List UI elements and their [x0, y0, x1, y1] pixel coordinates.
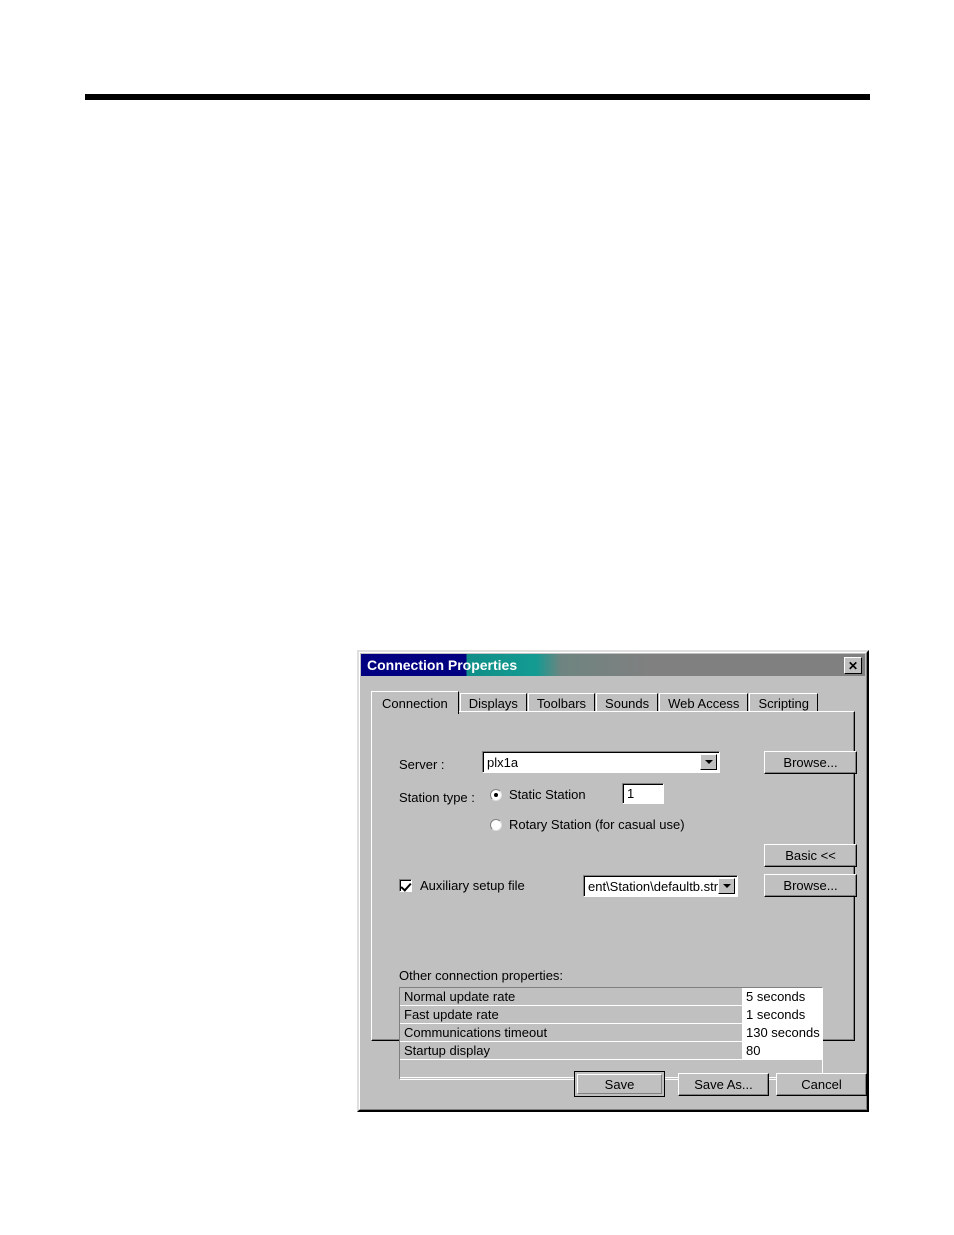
- server-browse-label: Browse...: [783, 755, 838, 770]
- table-row[interactable]: Normal update rate 5 seconds: [400, 988, 822, 1006]
- server-value: plx1a: [487, 754, 519, 770]
- save-as-button-label: Save As...: [694, 1077, 753, 1092]
- tab-scripting[interactable]: Scripting: [749, 693, 819, 712]
- basic-toggle-label: Basic <<: [785, 848, 836, 863]
- save-button[interactable]: Save: [574, 1071, 665, 1097]
- station-type-label: Station type :: [399, 790, 475, 805]
- close-icon[interactable]: ✕: [844, 657, 862, 674]
- connection-tab-panel: Server : plx1a Browse... Station type : …: [371, 711, 857, 1080]
- cancel-button[interactable]: Cancel: [776, 1073, 867, 1096]
- chevron-down-icon[interactable]: [718, 878, 735, 894]
- basic-toggle-button[interactable]: Basic <<: [764, 844, 857, 867]
- property-value[interactable]: 1 seconds: [743, 1006, 822, 1023]
- server-combobox[interactable]: plx1a: [482, 751, 720, 773]
- table-row[interactable]: Fast update rate 1 seconds: [400, 1006, 822, 1024]
- server-browse-button[interactable]: Browse...: [764, 751, 857, 774]
- checkbox-auxiliary-setup-file[interactable]: [399, 879, 412, 892]
- auxiliary-setup-file-check-row[interactable]: Auxiliary setup file: [399, 879, 525, 892]
- property-value[interactable]: 130 seconds: [743, 1024, 822, 1041]
- auxiliary-browse-label: Browse...: [783, 878, 838, 893]
- table-row[interactable]: Startup display 80: [400, 1042, 822, 1060]
- cancel-button-label: Cancel: [801, 1077, 842, 1092]
- radio-static-station[interactable]: [490, 788, 502, 801]
- auxiliary-setup-file-value: ent\Station\defaultb.stn: [588, 878, 721, 894]
- save-button-label: Save: [604, 1076, 635, 1092]
- auxiliary-setup-file-label: Auxiliary setup file: [420, 878, 525, 893]
- other-connection-properties-grid[interactable]: Normal update rate 5 seconds Fast update…: [399, 987, 823, 1080]
- connection-properties-dialog: Connection Properties ✕ Connection Displ…: [357, 650, 869, 1112]
- server-combobox-frame: [483, 752, 719, 772]
- dialog-title: Connection Properties: [367, 657, 518, 673]
- property-key: Normal update rate: [400, 988, 743, 1005]
- save-as-button[interactable]: Save As...: [678, 1073, 769, 1096]
- tab-connection[interactable]: Connection: [371, 691, 459, 714]
- server-label: Server :: [399, 757, 445, 772]
- station-number-value: 1: [627, 786, 635, 801]
- property-value[interactable]: 5 seconds: [743, 988, 822, 1005]
- static-station-radio-row[interactable]: Static Station: [490, 788, 586, 801]
- tab-toolbars[interactable]: Toolbars: [527, 693, 596, 712]
- property-key: Fast update rate: [400, 1006, 743, 1023]
- rotary-station-label: Rotary Station (for casual use): [509, 817, 685, 832]
- other-connection-properties-label: Other connection properties:: [399, 968, 564, 983]
- page-horizontal-rule: [85, 94, 870, 100]
- radio-rotary-station[interactable]: [490, 818, 502, 831]
- auxiliary-setup-file-combobox[interactable]: ent\Station\defaultb.stn: [583, 875, 738, 897]
- tabstrip: Connection Displays Toolbars Sounds Web …: [371, 690, 855, 714]
- property-value[interactable]: 80: [743, 1042, 822, 1059]
- property-key: Communications timeout: [400, 1024, 743, 1041]
- auxiliary-browse-button[interactable]: Browse...: [764, 874, 857, 897]
- rotary-station-radio-row[interactable]: Rotary Station (for casual use): [490, 818, 685, 831]
- station-number-input[interactable]: 1: [622, 783, 664, 804]
- tab-displays[interactable]: Displays: [459, 693, 527, 712]
- table-row[interactable]: Communications timeout 130 seconds: [400, 1024, 822, 1042]
- static-station-label: Static Station: [509, 787, 586, 802]
- chevron-down-icon[interactable]: [700, 754, 717, 770]
- dialog-titlebar[interactable]: Connection Properties ✕: [361, 654, 865, 676]
- tab-sounds[interactable]: Sounds: [596, 693, 659, 712]
- property-key: Startup display: [400, 1042, 743, 1059]
- tab-web-access[interactable]: Web Access: [659, 693, 749, 712]
